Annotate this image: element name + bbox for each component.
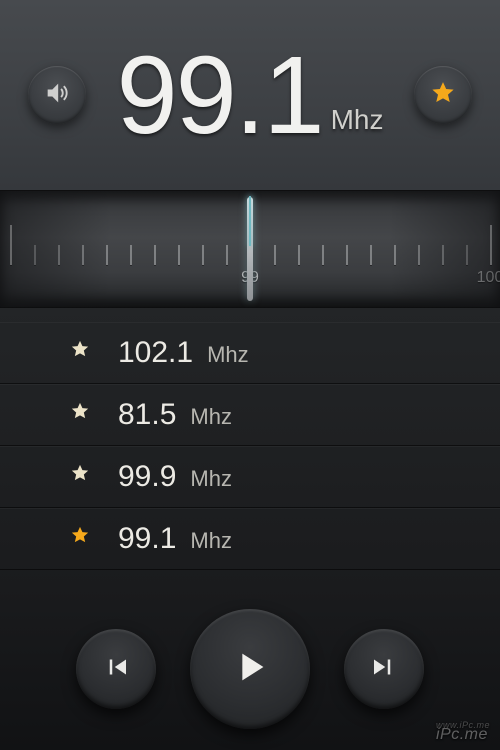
favorite-row[interactable]: 99.1 Mhz — [0, 508, 500, 570]
star-icon — [70, 463, 90, 488]
favorite-unit: Mhz — [190, 404, 232, 430]
favorite-unit: Mhz — [190, 528, 232, 554]
frequency-unit: Mhz — [331, 104, 384, 136]
play-button[interactable] — [190, 609, 310, 729]
favorite-row[interactable]: 102.1 Mhz — [0, 322, 500, 384]
speaker-button[interactable] — [28, 66, 86, 124]
speaker-icon — [43, 79, 71, 112]
favorites-list: 102.1 Mhz 81.5 Mhz 99.9 Mhz 99.1 Mhz — [0, 308, 500, 588]
frequency-value: 99.1 — [117, 32, 323, 159]
next-button[interactable] — [344, 629, 424, 709]
favorite-frequency: 99.9 — [118, 460, 176, 494]
dial-needle — [247, 197, 253, 301]
next-track-icon — [369, 652, 399, 687]
tuning-dial[interactable]: 99 100 — [0, 190, 500, 308]
radio-app: 99.1 Mhz 99 100 102.1Mhz81.5Mhz99.9Mhz99… — [0, 0, 500, 750]
watermark: www.iPc.me iPc.me — [436, 720, 490, 744]
star-icon — [70, 339, 90, 364]
star-icon — [70, 525, 90, 550]
frequency-header: 99.1 Mhz — [0, 0, 500, 190]
favorite-row[interactable]: 99.9 Mhz — [0, 446, 500, 508]
star-icon — [430, 80, 456, 111]
favorite-unit: Mhz — [190, 466, 232, 492]
star-icon — [70, 401, 90, 426]
dial-label-right: 100 — [477, 269, 500, 287]
favorite-frequency: 102.1 — [118, 336, 193, 370]
prev-button[interactable] — [76, 629, 156, 709]
current-frequency: 99.1 Mhz — [117, 32, 384, 159]
play-icon — [227, 644, 273, 695]
prev-track-icon — [101, 652, 131, 687]
favorite-button[interactable] — [414, 66, 472, 124]
favorite-unit: Mhz — [207, 342, 249, 368]
favorite-frequency: 81.5 — [118, 398, 176, 432]
favorite-row[interactable]: 81.5 Mhz — [0, 384, 500, 446]
favorite-frequency: 99.1 — [118, 522, 176, 556]
playback-controls: www.iPc.me iPc.me — [0, 588, 500, 750]
